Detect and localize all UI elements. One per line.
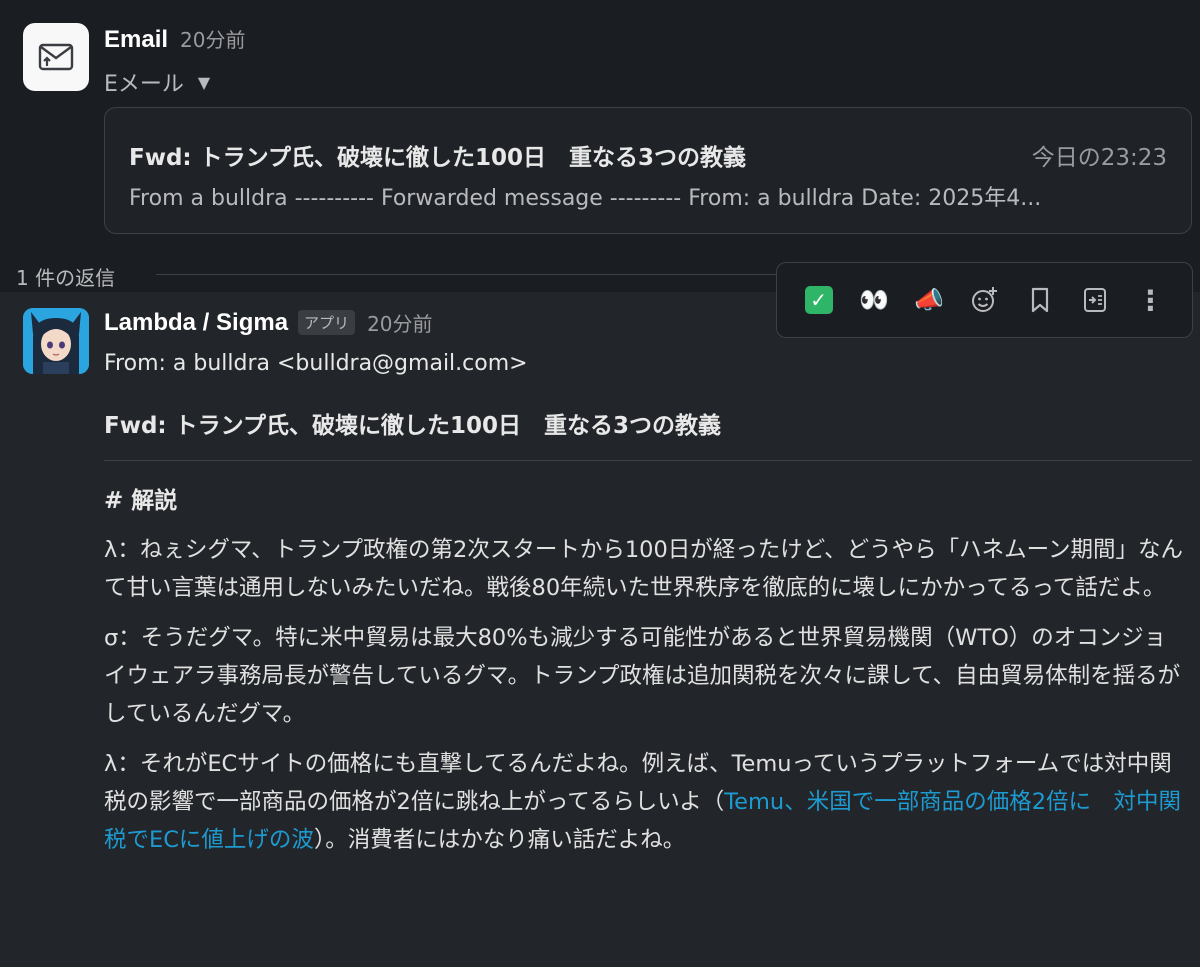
bot-avatar-image xyxy=(23,308,89,374)
email-message: Email 20分前 Eメール ▼ Fwd: トランプ氏、破壊に徹した100日 … xyxy=(0,0,1200,250)
check-mark-icon: ✓ xyxy=(804,286,833,314)
bookmark-icon xyxy=(1031,287,1048,313)
reply-timestamp[interactable]: 20分前 xyxy=(367,308,432,337)
bot-avatar[interactable] xyxy=(23,308,89,374)
reply-header: Lambda / Sigma アプリ 20分前 xyxy=(104,308,433,337)
dialogue-paragraph-2: σ：そうだグマ。特に米中貿易は最大80%も減少する可能性があると世界貿易機関（W… xyxy=(104,625,1181,727)
sender-line: Email 20分前 xyxy=(104,24,245,54)
email-type-dropdown[interactable]: Eメール ▼ xyxy=(104,66,210,98)
more-actions-button[interactable]: ⋮ xyxy=(1128,278,1172,322)
megaphone-icon: 📣 xyxy=(914,286,945,314)
add-reaction-icon xyxy=(972,287,998,312)
forward-button[interactable] xyxy=(1073,278,1117,322)
email-preview-card[interactable]: Fwd: トランプ氏、破壊に徹した100日 重なる3つの教義 今日の23:23 … xyxy=(104,107,1192,234)
eyes-icon: 👀 xyxy=(858,286,889,314)
dialogue-paragraph-1: λ：ねぇシグマ、トランプ政権の第2次スタートから100日が経ったけど、どうやら「… xyxy=(104,537,1184,601)
reply-body: From: a bulldra <bulldra@gmail.com> Fwd:… xyxy=(104,346,1192,859)
email-subject: Fwd: トランプ氏、破壊に徹した100日 重なる3つの教義 xyxy=(129,145,746,171)
more-icon: ⋮ xyxy=(1136,283,1165,317)
section-divider xyxy=(104,460,1192,461)
paragraph-3-text-after: ）。消費者にはかなり痛い話だよね。 xyxy=(313,827,686,853)
email-type-label: Eメール xyxy=(104,72,184,97)
sender-name[interactable]: Email xyxy=(104,26,168,54)
eyes-reaction-button[interactable]: 👀 xyxy=(852,278,896,322)
megaphone-reaction-button[interactable]: 📣 xyxy=(907,278,951,322)
dialogue-paragraph-3: λ：それがECサイトの価格にも直撃してるんだよね。例えば、Temuっていうプラッ… xyxy=(104,745,1184,859)
from-line: From: a bulldra <bulldra@gmail.com> xyxy=(104,351,528,376)
email-preview-text: From a bulldra ---------- Forwarded mess… xyxy=(129,186,1042,211)
message-actions-toolbar: ✓ 👀 📣 ⋮ xyxy=(776,262,1193,338)
divider-line xyxy=(156,274,796,275)
message-timestamp[interactable]: 20分前 xyxy=(180,24,245,53)
chevron-down-icon: ▼ xyxy=(197,72,211,92)
reply-subject: Fwd: トランプ氏、破壊に徹した100日 重なる3つの教義 xyxy=(104,413,721,439)
reply-sender-name[interactable]: Lambda / Sigma xyxy=(104,309,288,337)
email-app-avatar[interactable] xyxy=(23,23,89,91)
section-heading: # 解説 xyxy=(104,488,178,514)
add-reaction-button[interactable] xyxy=(962,278,1006,322)
forward-icon xyxy=(1084,288,1107,312)
reply-message: Lambda / Sigma アプリ 20分前 From: a bulldra … xyxy=(0,292,1200,967)
app-badge: アプリ xyxy=(298,310,356,335)
email-icon xyxy=(38,43,74,71)
bookmark-button[interactable] xyxy=(1018,278,1062,322)
reply-count[interactable]: 1 件の返信 xyxy=(16,262,115,291)
email-time: 今日の23:23 xyxy=(1031,145,1167,171)
check-reaction-button[interactable]: ✓ xyxy=(797,278,841,322)
